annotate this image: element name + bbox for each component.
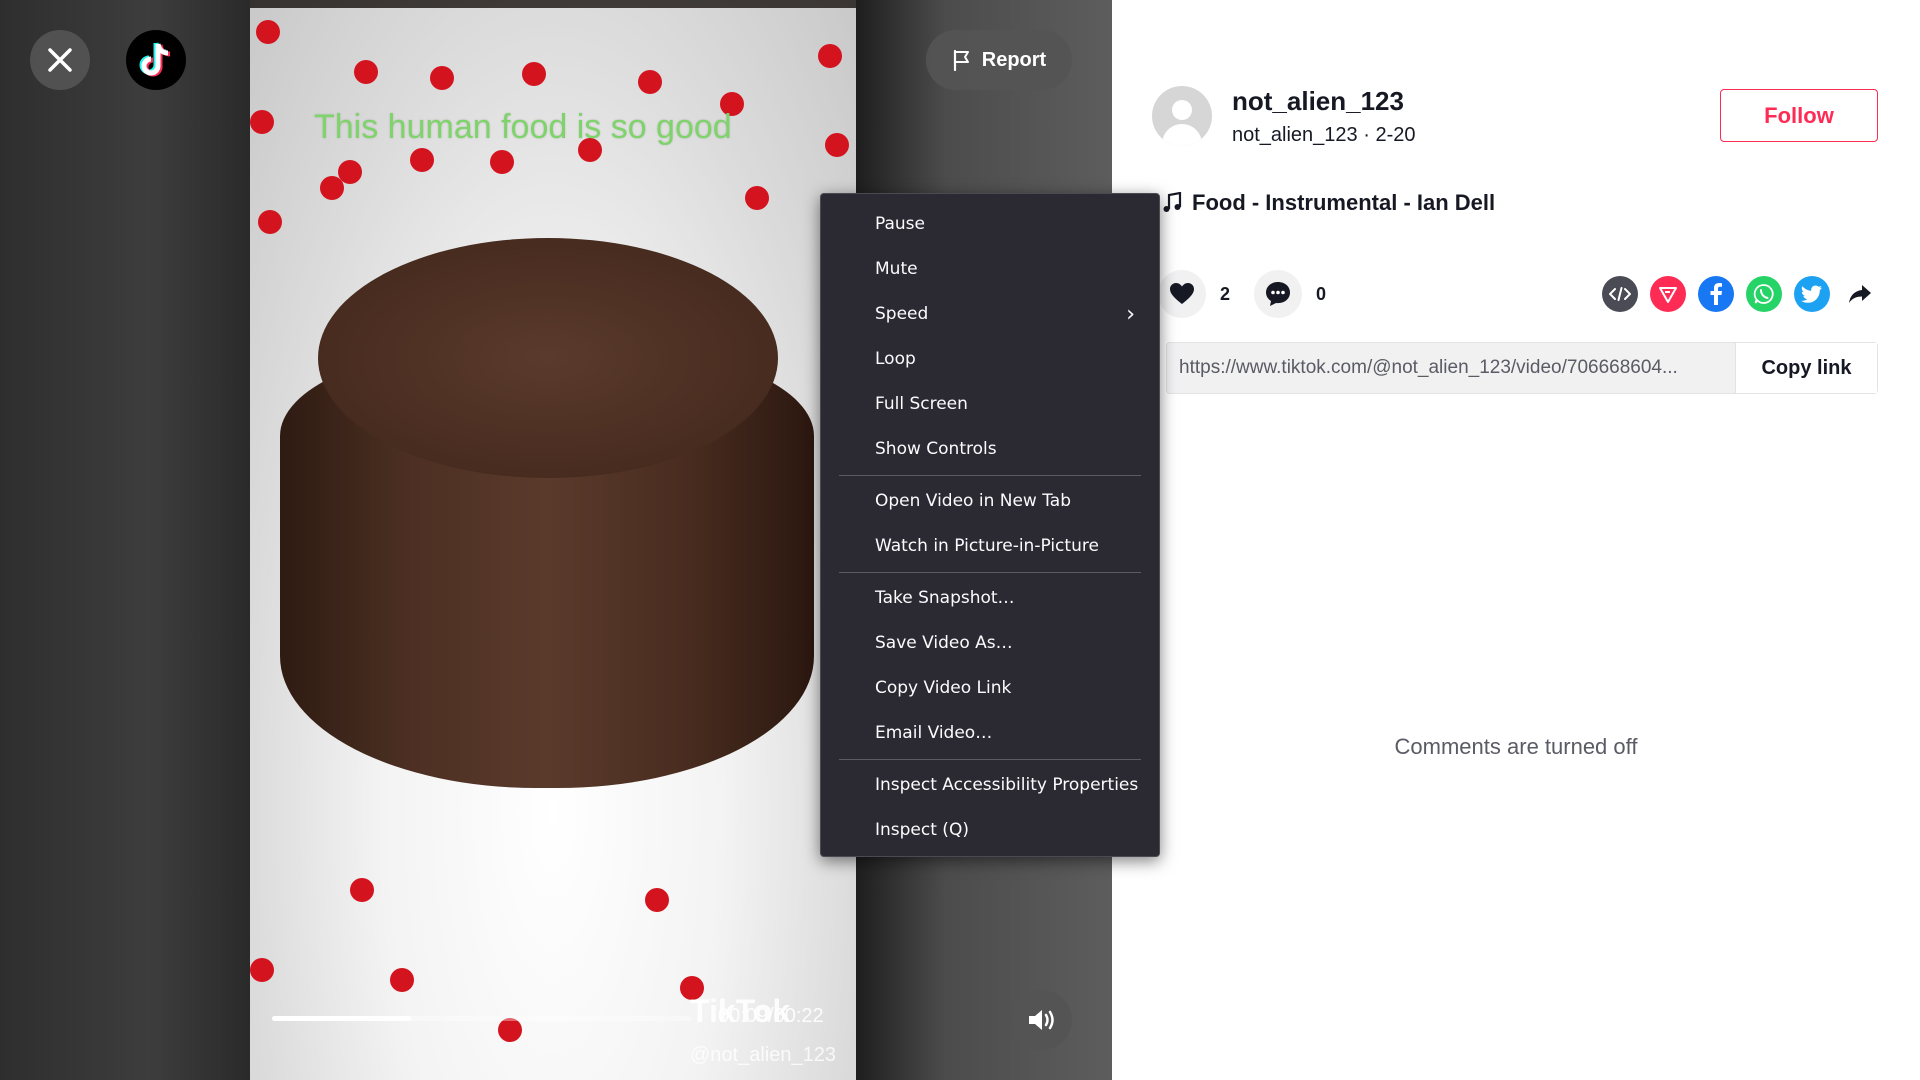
menu-item-label: Save Video As… [875,633,1013,653]
menu-item-label: Speed [875,304,929,324]
like-count: 2 [1220,283,1231,304]
menu-item-label: Show Controls [875,439,997,459]
menu-item-label: Inspect (Q) [875,820,969,840]
report-label: Report [981,48,1047,71]
menu-item-watch-in-picture-in-picture[interactable]: Watch in Picture-in-Picture [821,524,1159,569]
menu-separator [839,759,1141,760]
comments-off-message: Comments are turned off [1394,734,1638,759]
tiktok-logo-icon [139,42,171,77]
menu-item-label: Watch in Picture-in-Picture [875,536,1099,556]
menu-item-inspect-accessibility-properties[interactable]: Inspect Accessibility Properties [821,763,1159,808]
comment-icon [1266,282,1290,306]
menu-item-label: Take Snapshot… [875,588,1015,608]
watermark-username: @not_alien_123 [690,1044,836,1066]
menu-item-loop[interactable]: Loop [821,337,1159,382]
flag-icon [953,49,969,71]
menu-item-label: Loop [875,349,916,369]
chevron-right-icon: › [1126,302,1135,327]
menu-item-label: Mute [875,259,918,279]
menu-item-label: Pause [875,214,925,234]
menu-item-speed[interactable]: Speed › [821,292,1159,337]
twitter-icon[interactable] [1794,276,1830,312]
menu-item-label: Email Video… [875,723,993,743]
send-icon[interactable] [1650,276,1686,312]
menu-item-label: Full Screen [875,394,968,414]
menu-item-label: Open Video in New Tab [875,491,1072,511]
follow-button[interactable]: Follow [1720,89,1878,142]
avatar-shoulders [1162,124,1202,146]
menu-separator [839,572,1141,573]
close-icon [48,48,72,72]
like-action[interactable]: 2 [1158,270,1230,318]
video-progress-bar[interactable] [272,1016,692,1021]
username-date: not_alien_123 · 2-20 [1232,124,1416,146]
menu-item-email-video[interactable]: Email Video… [821,711,1159,756]
share-icons [1602,276,1878,312]
menu-item-inspect-q[interactable]: Inspect (Q) [821,808,1159,853]
comment-button[interactable] [1254,270,1302,318]
video-link-box: https://www.tiktok.com/@not_alien_123/vi… [1166,342,1878,394]
menu-item-copy-video-link[interactable]: Copy Video Link [821,666,1159,711]
comment-action[interactable]: 0 [1254,270,1326,318]
music-note-icon [1163,192,1182,212]
music-link[interactable]: Food - Instrumental - Ian Dell [1162,190,1495,216]
menu-item-save-video-as[interactable]: Save Video As… [821,621,1159,666]
menu-item-label: Copy Video Link [875,678,1012,698]
progress-fill [272,1016,411,1021]
username[interactable]: not_alien_123 [1232,86,1404,117]
share-arrow-icon[interactable] [1842,276,1878,312]
volume-icon [1029,1010,1054,1030]
heart-icon [1170,283,1194,304]
video-context-menu: Pause Mute Speed › Loop Full Screen Show Contr… [820,193,1160,857]
avatar[interactable] [1152,86,1212,146]
cake-top [318,238,778,478]
blurred-background-left [0,0,250,1080]
whatsapp-icon[interactable] [1746,276,1782,312]
video-frame[interactable]: This human food is so good TikTok @not_a… [250,8,856,1080]
video-time: 00:09/00:22 [718,1005,824,1027]
menu-item-take-snapshot[interactable]: Take Snapshot… [821,576,1159,621]
menu-item-show-controls[interactable]: Show Controls [821,427,1159,472]
menu-item-mute[interactable]: Mute [821,247,1159,292]
menu-item-full-screen[interactable]: Full Screen [821,382,1159,427]
tiktok-logo[interactable] [126,30,186,90]
music-title: Food - Instrumental - Ian Dell [1192,190,1496,215]
menu-item-pause[interactable]: Pause [821,202,1159,247]
close-button[interactable] [30,30,90,90]
embed-icon[interactable] [1602,276,1638,312]
comment-count: 0 [1316,283,1327,304]
like-button[interactable] [1158,270,1206,318]
facebook-icon[interactable] [1698,276,1734,312]
report-button[interactable]: Report [926,30,1072,90]
volume-button[interactable] [1012,990,1072,1050]
avatar-head [1172,100,1192,120]
video-link-text[interactable]: https://www.tiktok.com/@not_alien_123/vi… [1167,357,1735,379]
menu-separator [839,475,1141,476]
video-caption: This human food is so good [314,108,732,146]
video-details-panel: not_alien_123 not_alien_123 · 2-20 Follo… [1112,0,1920,1080]
menu-item-open-video-in-new-tab[interactable]: Open Video in New Tab [821,479,1159,524]
copy-link-button[interactable]: Copy link [1735,343,1877,393]
menu-item-label: Inspect Accessibility Properties [875,775,1139,795]
